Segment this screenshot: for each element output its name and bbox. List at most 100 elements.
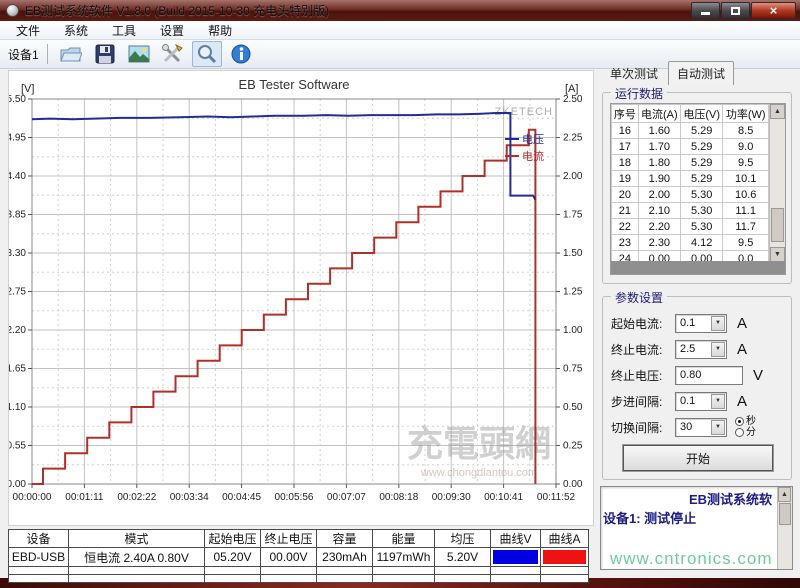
column-header: 终止电压 — [261, 530, 317, 548]
params-group-title: 参数设置 — [611, 289, 667, 306]
svg-text:00:08:18: 00:08:18 — [379, 492, 418, 503]
table-row[interactable]: 161.605.298.5 — [612, 123, 769, 139]
svg-text:www.chongdiantou.com: www.chongdiantou.com — [420, 467, 537, 479]
summary-header-row: 设备模式起始电压终止电压容量能量均压曲线V曲线A — [9, 530, 589, 548]
cell — [69, 575, 205, 583]
message-line-1: EB测试系统软 — [601, 487, 792, 508]
svg-text:1.50: 1.50 — [563, 248, 583, 259]
table-row[interactable]: 181.805.299.5 — [612, 155, 769, 171]
tab-single-test[interactable]: 单次测试 — [602, 62, 666, 85]
svg-text:电压: 电压 — [522, 133, 544, 146]
cell: 5.29 — [681, 171, 723, 187]
start-button[interactable]: 开始 — [623, 445, 773, 471]
svg-text:00:10:41: 00:10:41 — [484, 492, 523, 503]
maximize-button[interactable] — [721, 2, 750, 19]
zoom-button[interactable] — [192, 41, 222, 67]
cell: 2.00 — [638, 187, 680, 203]
cell: 5.20V — [435, 548, 491, 567]
cell: 2.10 — [638, 203, 680, 219]
cell — [491, 548, 541, 567]
cell: 10.1 — [723, 171, 769, 187]
maximize-icon — [731, 7, 740, 15]
chevron-down-icon[interactable]: ▼ — [711, 420, 725, 435]
cell: 1.60 — [638, 123, 680, 139]
svg-text:充電頭網: 充電頭網 — [407, 423, 551, 464]
param-label: 切换间隔: — [611, 419, 675, 436]
scrollbar-thumb[interactable] — [771, 208, 784, 242]
image-icon — [128, 45, 150, 63]
cell: 5.29 — [681, 139, 723, 155]
switch-interval-combo[interactable]: 30▼ — [675, 418, 727, 437]
window-controls: × — [690, 2, 796, 19]
chevron-down-icon[interactable]: ▼ — [711, 394, 725, 409]
svg-text:1.65: 1.65 — [9, 364, 26, 375]
param-label: 终止电流: — [611, 341, 675, 358]
close-button[interactable]: × — [751, 2, 796, 19]
svg-text:1.10: 1.10 — [9, 402, 26, 413]
cntronics-watermark: www.cntronics.com — [610, 549, 795, 569]
start-current-combo[interactable]: 0.1▼ — [675, 314, 727, 333]
table-row[interactable]: 212.105.3011.1 — [612, 203, 769, 219]
end-current-combo[interactable]: 2.5▼ — [675, 340, 727, 359]
cell: 9.0 — [723, 139, 769, 155]
toolbar-separator — [47, 44, 48, 64]
minimize-button[interactable] — [691, 2, 720, 19]
table-row[interactable]: 232.304.129.5 — [612, 235, 769, 251]
export-image-button[interactable] — [124, 41, 154, 67]
menu-item-help[interactable]: 帮助 — [196, 20, 244, 41]
svg-text:2.25: 2.25 — [563, 133, 583, 144]
close-icon: × — [770, 4, 778, 17]
param-label: 起始电流: — [611, 315, 675, 332]
table-row[interactable]: 202.005.3010.6 — [612, 187, 769, 203]
chevron-down-icon[interactable]: ▼ — [711, 342, 725, 357]
cell: 230mAh — [317, 548, 373, 567]
radio-label: 秒 — [746, 416, 756, 427]
step-interval-combo[interactable]: 0.1▼ — [675, 392, 727, 411]
curve-v-swatch — [493, 550, 538, 564]
svg-text:2.50: 2.50 — [563, 94, 583, 105]
info-button[interactable] — [226, 41, 256, 67]
message-line-2: 设备1: 测试停止 — [601, 508, 792, 527]
settings-tools-button[interactable] — [158, 41, 188, 67]
cell — [491, 575, 541, 583]
cell: 2.20 — [638, 219, 680, 235]
end-voltage-input[interactable]: 0.80 — [675, 366, 743, 385]
cell: 20 — [612, 187, 639, 203]
tab-auto-test[interactable]: 自动测试 — [668, 61, 734, 85]
chevron-down-icon[interactable]: ▼ — [711, 316, 725, 331]
table-row[interactable]: 222.205.3011.7 — [612, 219, 769, 235]
column-header: 模式 — [69, 530, 205, 548]
run-data-scrollbar[interactable]: ▲ ▼ — [769, 104, 785, 262]
menu-item-file[interactable]: 文件 — [4, 20, 52, 41]
menu-item-tools[interactable]: 工具 — [100, 20, 148, 41]
save-button[interactable] — [90, 41, 120, 67]
run-data-hscrollbar[interactable] — [611, 261, 785, 274]
cell — [317, 567, 373, 575]
menu-item-settings[interactable]: 设置 — [148, 20, 196, 41]
unit-label: A — [737, 315, 747, 332]
cell: 22 — [612, 219, 639, 235]
svg-text:00:05:56: 00:05:56 — [275, 492, 314, 503]
param-label: 步进间隔: — [611, 393, 675, 410]
interval-unit-radio-group: 秒分 — [735, 416, 756, 438]
svg-text:EB Tester Software: EB Tester Software — [238, 77, 349, 92]
scroll-up-button[interactable]: ▲ — [778, 487, 791, 502]
cell: 17 — [612, 139, 639, 155]
table-row[interactable]: 191.905.2910.1 — [612, 171, 769, 187]
cell — [435, 575, 491, 583]
param-row-start-current: 起始电流:0.1▼ A — [611, 313, 747, 333]
open-folder-button[interactable] — [56, 41, 86, 67]
cell: 00.00V — [261, 548, 317, 567]
radio-option-minutes[interactable]: 分 — [735, 427, 756, 438]
table-row[interactable]: 171.705.299.0 — [612, 139, 769, 155]
radio-option-seconds[interactable]: 秒 — [735, 416, 756, 427]
minimize-icon — [701, 12, 710, 15]
scroll-down-button[interactable]: ▼ — [770, 247, 785, 262]
scrollbar-thumb[interactable] — [779, 503, 791, 525]
svg-text:00:09:30: 00:09:30 — [432, 492, 471, 503]
menu-item-system[interactable]: 系统 — [52, 20, 100, 41]
cell — [261, 575, 317, 583]
window-title: EB测试系统软件 V1.8.0 (Build 2015-10-30 充电头特别版… — [25, 2, 329, 19]
scroll-up-button[interactable]: ▲ — [770, 104, 785, 119]
run-data-grid[interactable]: 序号电流(A)电压(V)功率(W)161.605.298.5171.705.29… — [610, 103, 786, 275]
